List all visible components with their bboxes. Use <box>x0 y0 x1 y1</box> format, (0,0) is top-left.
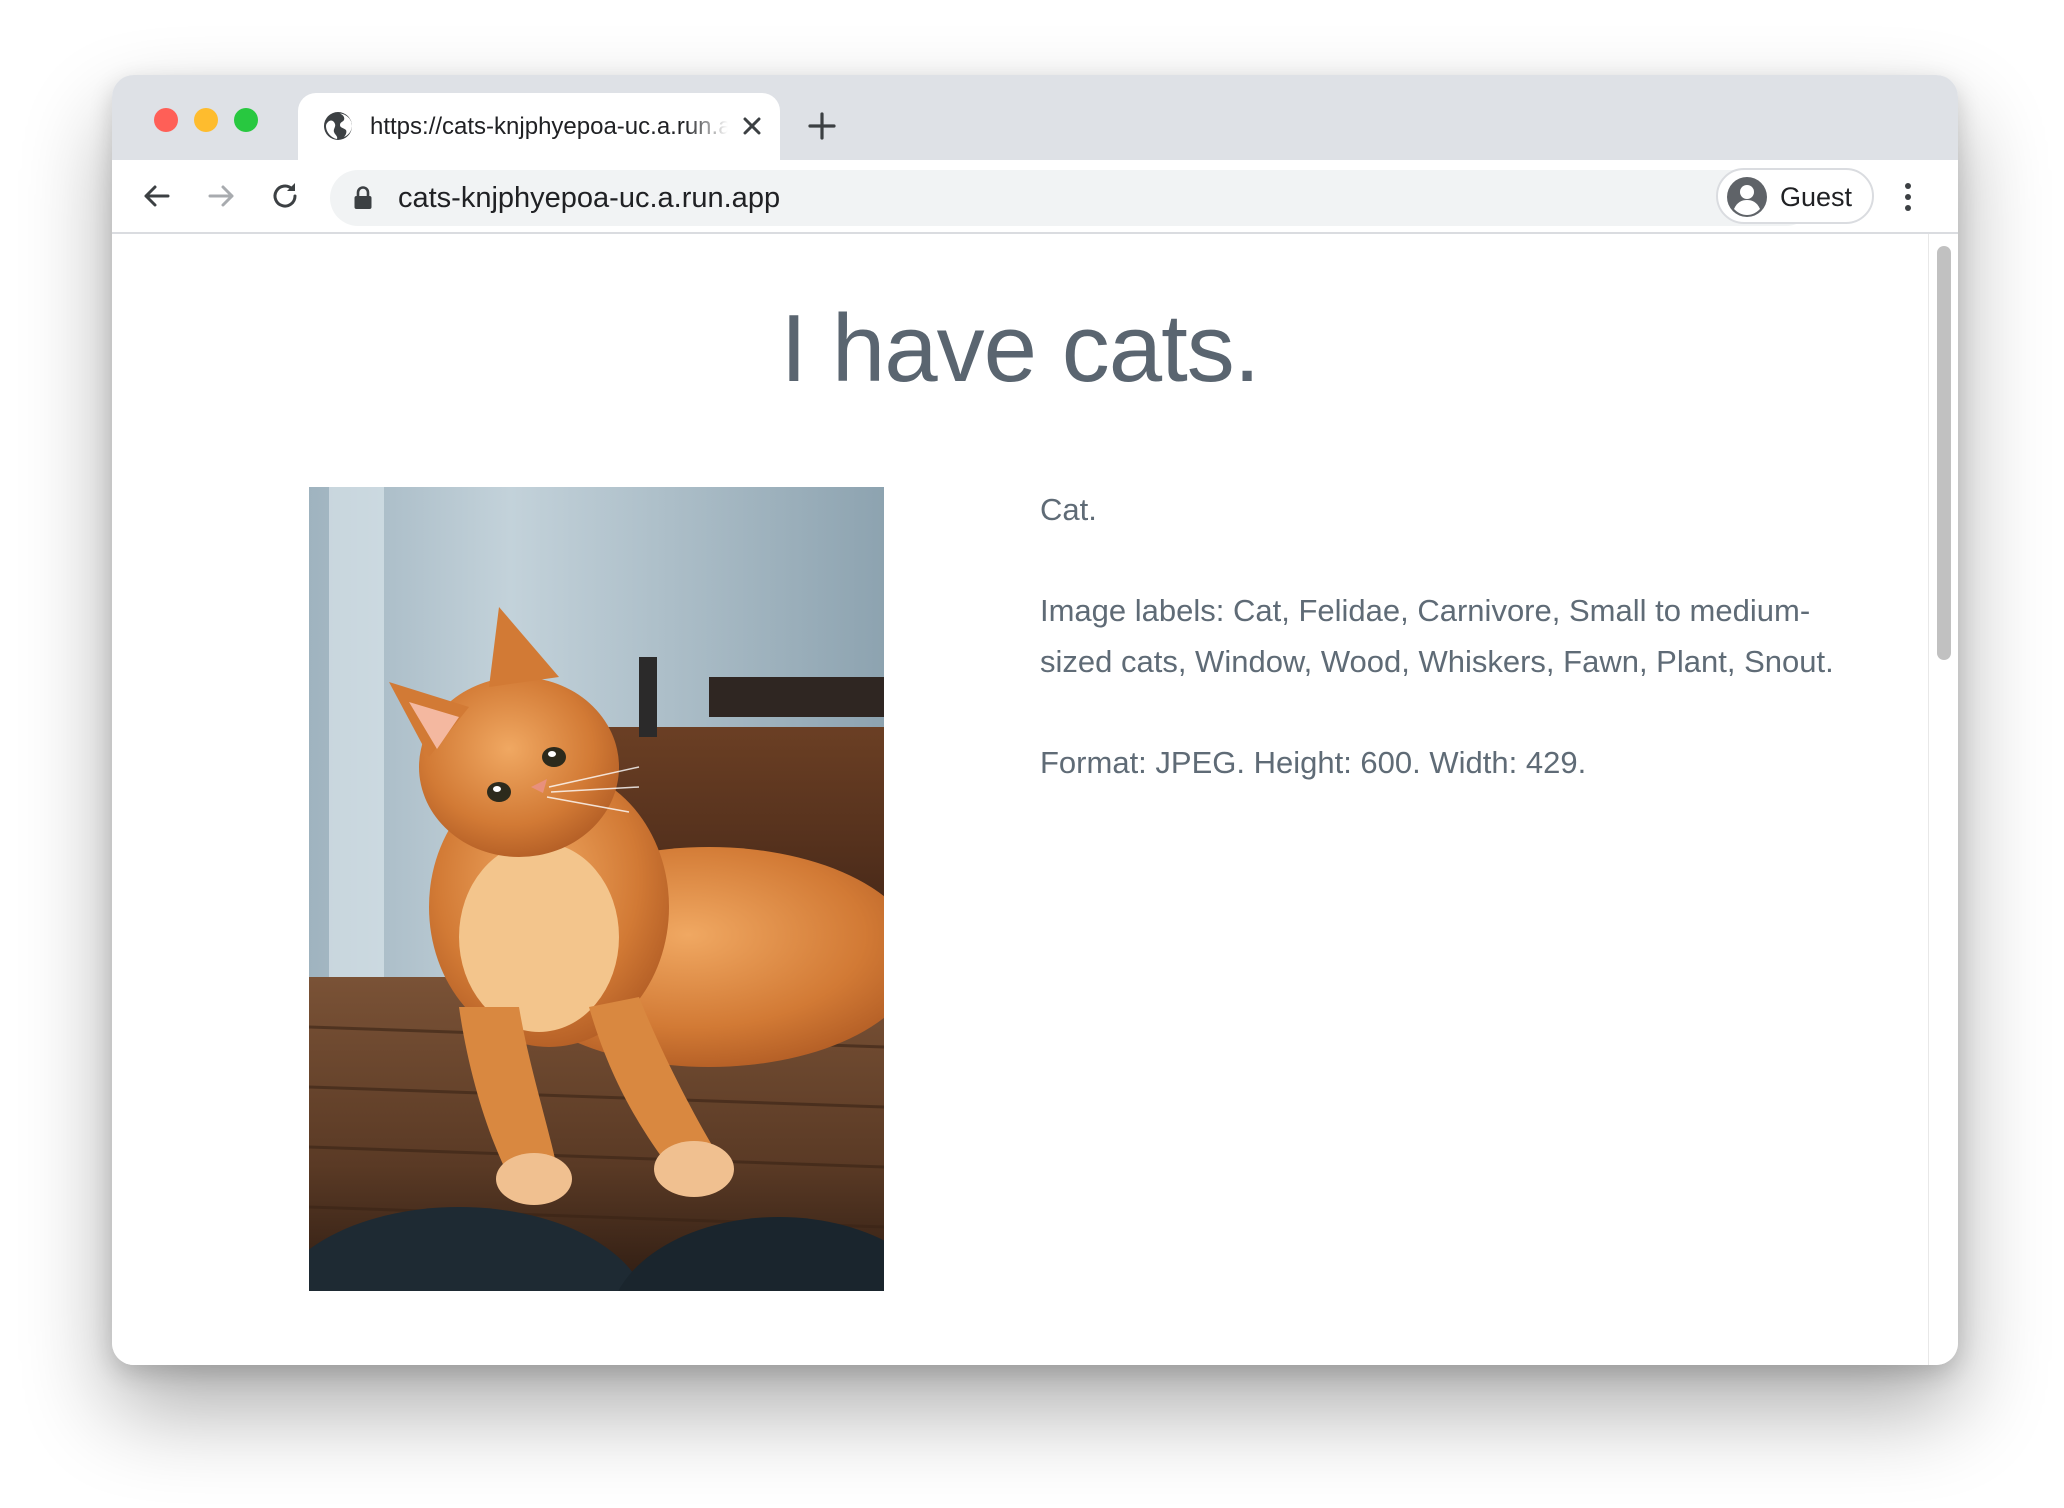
profile-button[interactable]: Guest <box>1716 168 1874 224</box>
lock-icon <box>354 186 372 209</box>
cat-photo <box>309 487 884 1291</box>
page-content: I have cats. Cat. Image labels: Cat, Fel… <box>112 234 1928 1365</box>
reload-icon[interactable] <box>265 176 305 216</box>
image-format: Format: JPEG. Height: 600. Width: 429. <box>1040 745 1587 780</box>
image-info: Cat. Image labels: Cat, Felidae, Carnivo… <box>1040 484 1870 838</box>
page-title: I have cats. <box>780 295 1261 402</box>
url-text[interactable]: cats-knjphyepoa-uc.a.run.app <box>398 180 780 216</box>
active-tab[interactable]: https://cats-knjphyepoa-uc.a.run.app <box>298 93 780 160</box>
scrollbar-thumb[interactable] <box>1937 246 1951 660</box>
browser-toolbar: cats-knjphyepoa-uc.a.run.app Guest <box>112 160 1958 234</box>
close-icon[interactable] <box>738 112 766 140</box>
address-bar[interactable]: cats-knjphyepoa-uc.a.run.app <box>330 170 1814 226</box>
window-minimize-button[interactable] <box>194 108 218 132</box>
globe-icon <box>324 112 352 140</box>
window-maximize-button[interactable] <box>234 108 258 132</box>
profile-name: Guest <box>1780 182 1853 212</box>
back-arrow-icon[interactable] <box>137 176 177 216</box>
image-labels: Image labels: Cat, Felidae, Carnivore, S… <box>1040 593 1834 679</box>
forward-arrow-icon[interactable] <box>201 176 241 216</box>
avatar-icon <box>1727 177 1767 217</box>
tab-strip: https://cats-knjphyepoa-uc.a.run.app <box>112 75 1958 160</box>
image-caption: Cat. <box>1040 492 1097 527</box>
window-close-button[interactable] <box>154 108 178 132</box>
browser-window: https://cats-knjphyepoa-uc.a.run.app cat… <box>112 75 1958 1365</box>
tab-title: https://cats-knjphyepoa-uc.a.run.app <box>370 113 728 140</box>
more-vertical-icon[interactable] <box>1900 180 1916 214</box>
scrollbar[interactable] <box>1928 234 1958 1365</box>
cat-image <box>309 487 884 1291</box>
plus-icon[interactable] <box>805 109 839 143</box>
